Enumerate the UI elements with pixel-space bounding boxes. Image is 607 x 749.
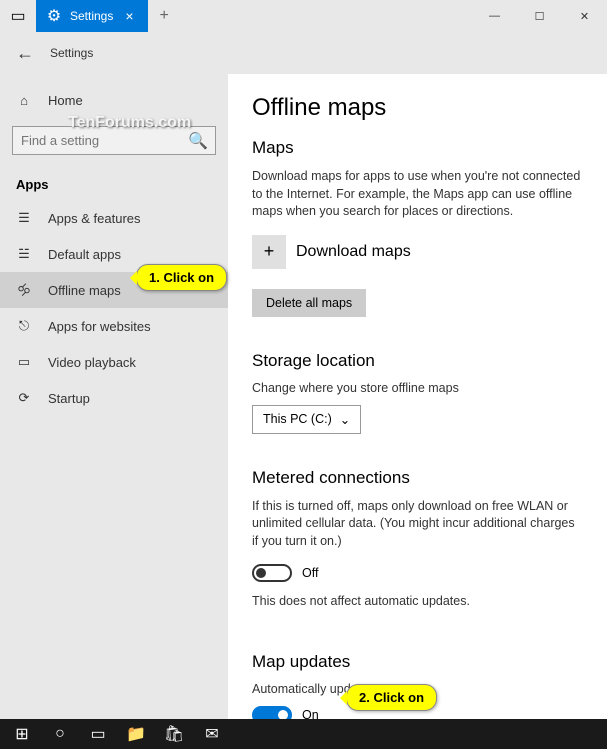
maximize-button[interactable]: ☐ — [517, 0, 562, 32]
storage-description: Change where you store offline maps — [252, 381, 583, 395]
defaults-icon: ☱ — [16, 246, 32, 262]
list-icon: ☰ — [16, 210, 32, 226]
sidebar-item-label: Offline maps — [48, 283, 121, 298]
maps-description: Download maps for apps to use when you'r… — [252, 168, 583, 221]
dropdown-value: This PC (C:) — [263, 412, 332, 426]
tab-close-icon[interactable]: × — [121, 8, 137, 24]
search-icon[interactable]: 🔍 — [188, 131, 208, 151]
app-icon-tab: ▭ — [0, 0, 36, 32]
minimize-button[interactable]: — — [472, 0, 517, 32]
video-icon: ▭ — [16, 354, 32, 370]
sidebar-item-label: Default apps — [48, 247, 121, 262]
sidebar-item-label: Home — [48, 93, 83, 108]
taskbar: ⊞ ○ ▭ 📁 🛍 ✉ — [0, 719, 607, 749]
browser-icon: ▭ — [10, 8, 26, 24]
map-icon: 🝰 — [16, 282, 32, 298]
search-input[interactable] — [12, 126, 216, 155]
storage-location-dropdown[interactable]: This PC (C:) ⌄ — [252, 405, 361, 434]
section-updates-title: Map updates — [252, 652, 583, 672]
sidebar-item-home[interactable]: ⌂ Home — [0, 82, 228, 118]
search-taskbar-icon[interactable]: ○ — [42, 721, 78, 747]
annotation-callout-2: 2. Click on — [346, 684, 437, 711]
sidebar-item-video-playback[interactable]: ▭ Video playback — [0, 344, 228, 380]
search-box: 🔍 — [12, 126, 216, 155]
section-metered-title: Metered connections — [252, 468, 583, 488]
startup-icon: ⟳ — [16, 390, 32, 406]
gear-icon: ⚙ — [46, 8, 62, 24]
close-button[interactable]: ✕ — [562, 0, 607, 32]
section-storage-title: Storage location — [252, 351, 583, 371]
plus-icon: + — [252, 235, 286, 269]
header-title: Settings — [50, 46, 93, 60]
sidebar-section-label: Apps — [0, 169, 228, 200]
home-icon: ⌂ — [16, 92, 32, 108]
sidebar-item-startup[interactable]: ⟳ Startup — [0, 380, 228, 416]
auto-update-toggle-label: On — [302, 708, 319, 719]
metered-toggle[interactable] — [252, 564, 292, 582]
download-maps-button[interactable]: + Download maps — [252, 235, 411, 269]
sidebar-item-label: Startup — [48, 391, 90, 406]
annotation-callout-1: 1. Click on — [136, 264, 227, 291]
metered-description: If this is turned off, maps only downloa… — [252, 498, 583, 551]
explorer-icon[interactable]: 📁 — [118, 721, 154, 747]
tab-settings[interactable]: ⚙ Settings × — [36, 0, 148, 32]
window-controls: — ☐ ✕ — [472, 0, 607, 32]
sidebar-item-apps-websites[interactable]: ⎋ Apps for websites — [0, 308, 228, 344]
section-maps-title: Maps — [252, 138, 583, 158]
sidebar-item-label: Video playback — [48, 355, 136, 370]
auto-update-toggle[interactable] — [252, 706, 292, 719]
new-tab-button[interactable]: + — [148, 7, 181, 25]
store-icon[interactable]: 🛍 — [156, 721, 192, 747]
sidebar-item-apps-features[interactable]: ☰ Apps & features — [0, 200, 228, 236]
metered-toggle-row: Off — [252, 564, 583, 582]
page-title: Offline maps — [252, 94, 583, 122]
tab-label: Settings — [70, 9, 113, 23]
metered-note: This does not affect automatic updates. — [252, 594, 583, 608]
metered-toggle-label: Off — [302, 566, 318, 580]
sidebar-item-label: Apps for websites — [48, 319, 151, 334]
download-maps-label: Download maps — [296, 243, 411, 261]
chevron-down-icon: ⌄ — [340, 412, 350, 427]
header: ← Settings — [0, 32, 607, 74]
sidebar-item-label: Apps & features — [48, 211, 141, 226]
back-button[interactable]: ← — [16, 43, 34, 64]
link-icon: ⎋ — [16, 318, 32, 334]
titlebar: ▭ ⚙ Settings × + — ☐ ✕ — [0, 0, 607, 32]
mail-icon[interactable]: ✉ — [194, 721, 230, 747]
sidebar: ⌂ Home 🔍 Apps ☰ Apps & features ☱ Defaul… — [0, 74, 228, 719]
main-content: Offline maps Maps Download maps for apps… — [228, 74, 607, 719]
delete-all-maps-button[interactable]: Delete all maps — [252, 289, 366, 317]
task-view-icon[interactable]: ▭ — [80, 721, 116, 747]
start-button[interactable]: ⊞ — [4, 721, 40, 747]
